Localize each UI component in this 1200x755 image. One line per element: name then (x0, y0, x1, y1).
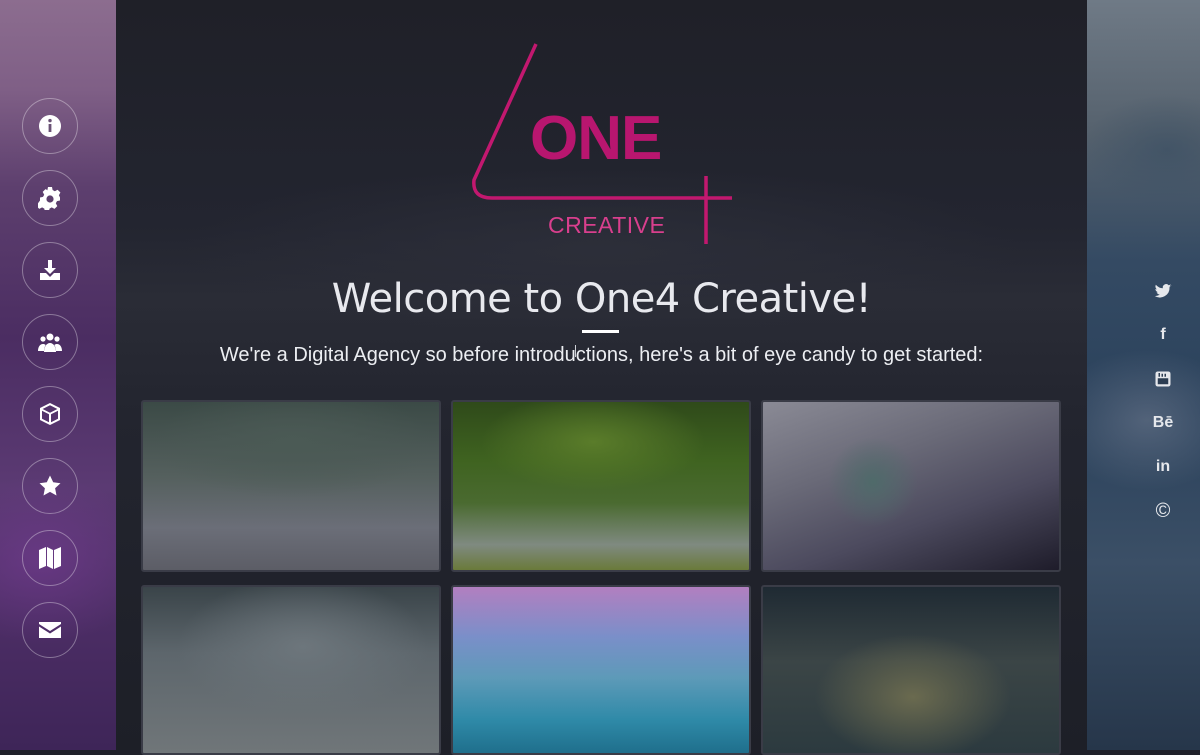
nav-info-button[interactable] (22, 98, 78, 154)
right-background (1087, 0, 1200, 750)
copyright-link[interactable]: © (1150, 500, 1176, 522)
cube-icon (40, 403, 60, 425)
image-gallery (141, 400, 1063, 755)
behance-link[interactable]: Bē (1150, 412, 1176, 434)
map-icon (39, 547, 61, 569)
nav-map-button[interactable] (22, 530, 78, 586)
social-links: f Bē in © (1150, 280, 1176, 544)
behance-icon: Bē (1152, 414, 1174, 431)
gear-icon (38, 187, 61, 210)
logo-wordmark: ONE (530, 104, 662, 173)
envelope-icon (39, 622, 61, 638)
copyright-icon: © (1155, 499, 1171, 522)
title-divider (582, 330, 619, 333)
gallery-tile[interactable] (141, 400, 441, 572)
star-icon (39, 475, 61, 496)
nav-download-button[interactable] (22, 242, 78, 298)
nav-team-button[interactable] (22, 314, 78, 370)
gallery-tile[interactable] (141, 585, 441, 755)
download-icon (40, 260, 60, 280)
facebook-icon: f (1160, 326, 1166, 343)
logo-subtitle: CREATIVE (548, 212, 666, 238)
youtube-link[interactable] (1150, 368, 1176, 390)
side-nav (22, 98, 80, 674)
nav-favorites-button[interactable] (22, 458, 78, 514)
twitter-icon (1154, 284, 1172, 298)
gallery-tile[interactable] (761, 400, 1061, 572)
users-icon (38, 333, 62, 352)
linkedin-link[interactable]: in (1150, 456, 1176, 478)
info-icon (39, 115, 61, 137)
page-subtitle: We're a Digital Agency so before introdu… (219, 344, 984, 366)
youtube-icon (1155, 371, 1171, 387)
facebook-link[interactable]: f (1150, 324, 1176, 346)
brand-logo[interactable]: ONE CREATIVE (470, 40, 732, 250)
gallery-tile[interactable] (761, 585, 1061, 755)
text-cursor (575, 345, 578, 357)
page-title: Welcome to One4 Creative! (331, 276, 872, 322)
nav-products-button[interactable] (22, 386, 78, 442)
nav-settings-button[interactable] (22, 170, 78, 226)
gallery-tile[interactable] (451, 585, 751, 755)
gallery-tile[interactable] (451, 400, 751, 572)
nav-contact-button[interactable] (22, 602, 78, 658)
linkedin-icon: in (1155, 458, 1171, 475)
twitter-link[interactable] (1150, 280, 1176, 302)
